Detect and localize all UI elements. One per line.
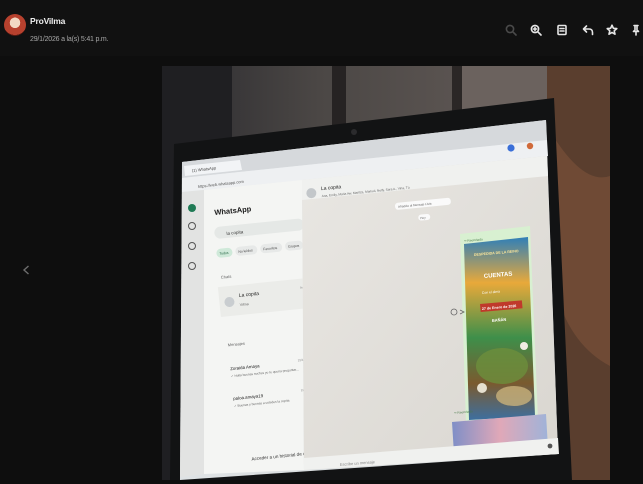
chats-section-label: Chats: [221, 274, 232, 280]
caption-icon[interactable]: [555, 23, 569, 37]
star-icon[interactable]: [605, 23, 619, 37]
sender-name[interactable]: ProVilma: [30, 16, 65, 26]
search-icon[interactable]: [504, 23, 518, 37]
chevron-left-icon: [22, 265, 29, 275]
viewer-top-bar: ProVilma 29/1/2026 a la(s) 5:41 p.m.: [0, 0, 643, 56]
reply-icon[interactable]: [581, 23, 595, 37]
media-image[interactable]: (1) WhatsApp https://web.whatsapp.com Wh…: [162, 66, 610, 480]
laptop-photo: (1) WhatsApp https://web.whatsapp.com Wh…: [162, 66, 610, 480]
zoom-in-icon[interactable]: [529, 23, 543, 37]
previous-media-button[interactable]: [18, 260, 34, 280]
pin-icon[interactable]: [629, 23, 643, 37]
message-timestamp: 29/1/2026 a la(s) 5:41 p.m.: [30, 36, 109, 43]
sender-avatar[interactable]: [4, 14, 26, 36]
date-pill: Hoy: [420, 216, 426, 221]
